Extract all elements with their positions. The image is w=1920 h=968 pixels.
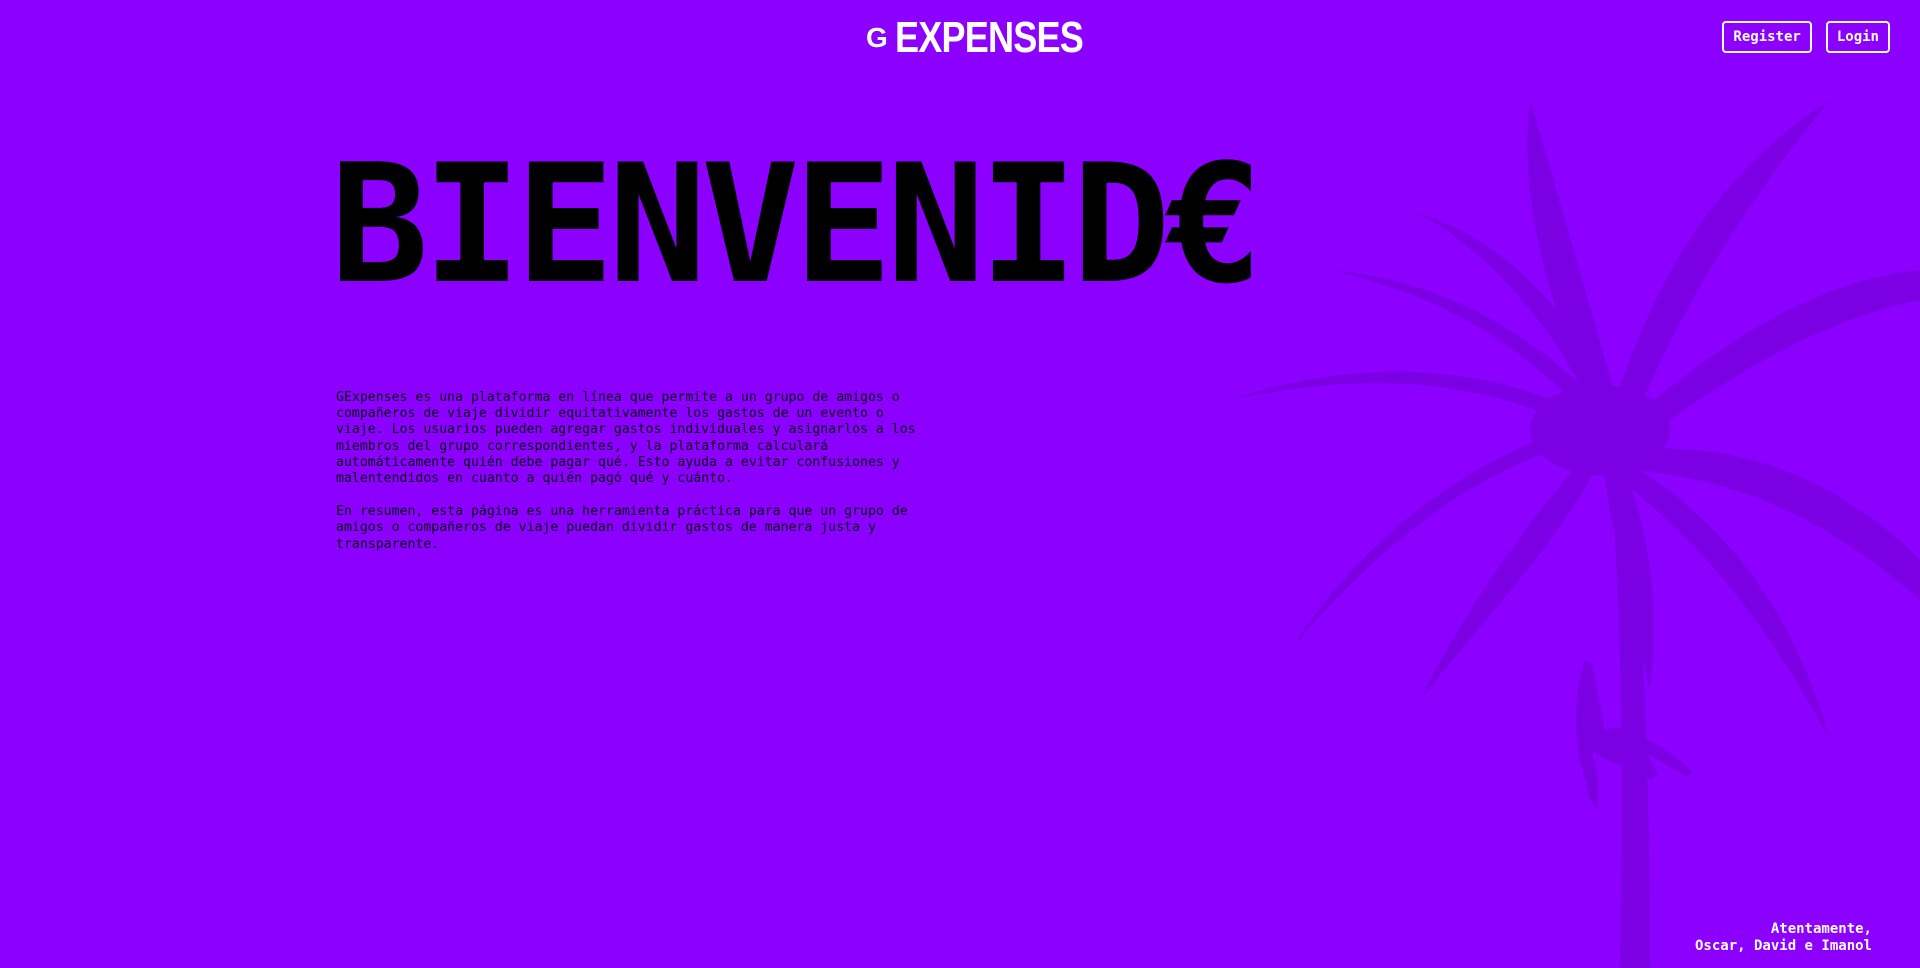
intro-paragraph: GExpenses es una plataforma en línea que… — [336, 390, 916, 487]
login-button[interactable]: Login — [1825, 21, 1890, 53]
logo[interactable]: G EXPENSES — [866, 13, 1124, 62]
top-nav: Register Login — [1722, 21, 1890, 53]
summary-paragraph: En resumen, esta página es una herramien… — [336, 504, 908, 552]
register-button[interactable]: Register — [1722, 21, 1812, 53]
intro-text: GExpenses es una plataforma en línea que… — [336, 390, 936, 570]
page-title: BIENVENID€ — [330, 129, 1263, 320]
logo-word: EXPENSES — [894, 13, 1084, 62]
signature-greeting: Atentamente, — [1770, 921, 1872, 937]
signature-authors: Oscar, David e Imanol — [1694, 938, 1872, 954]
signature: Atentamente, Oscar, David e Imanol — [1695, 921, 1872, 955]
palm-tree-background-icon — [1230, 100, 1920, 968]
logo-prefix: G — [866, 22, 888, 53]
